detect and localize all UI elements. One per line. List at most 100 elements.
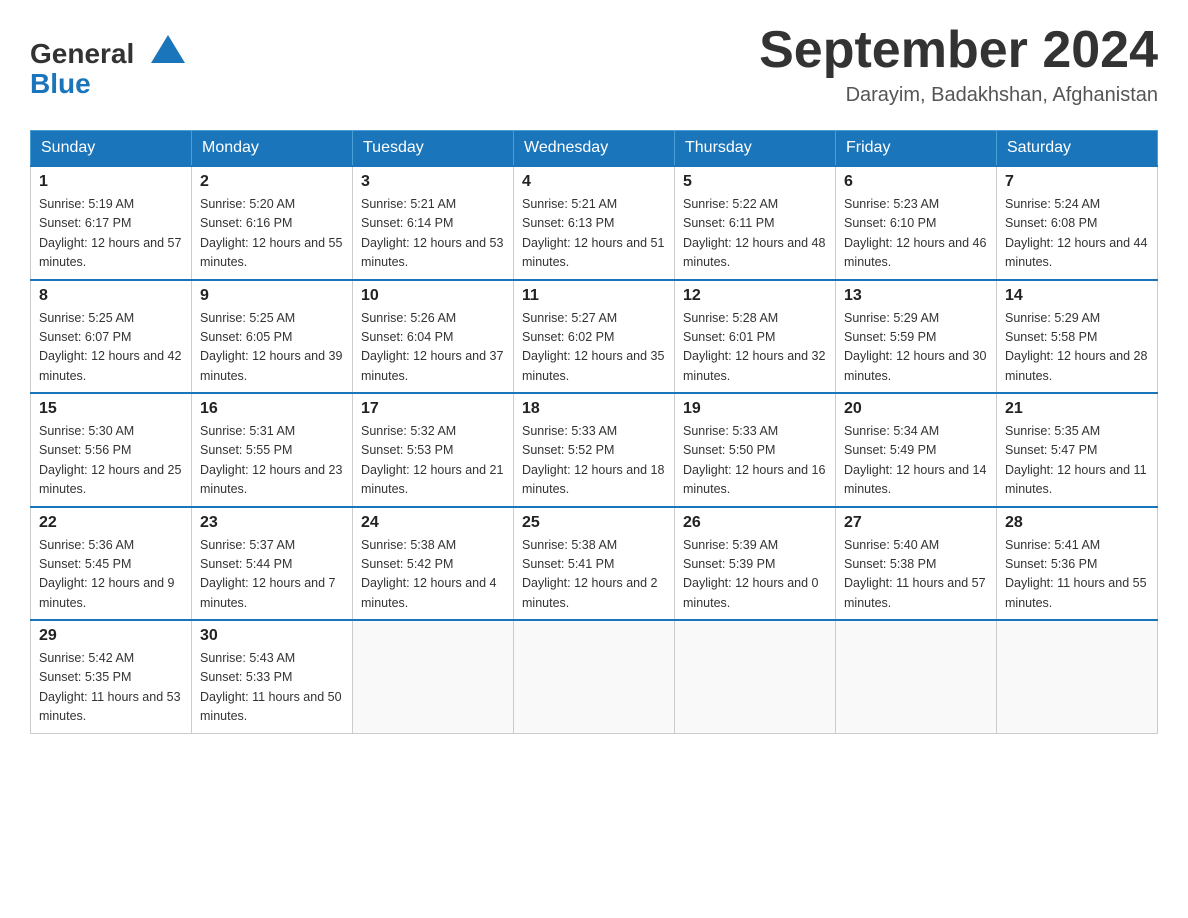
day-number: 22 <box>39 514 183 532</box>
day-info: Sunrise: 5:19 AM Sunset: 6:17 PM Dayligh… <box>39 195 183 273</box>
day-info: Sunrise: 5:43 AM Sunset: 5:33 PM Dayligh… <box>200 649 344 727</box>
day-number: 13 <box>844 287 988 305</box>
day-info: Sunrise: 5:38 AM Sunset: 5:41 PM Dayligh… <box>522 536 666 614</box>
day-info: Sunrise: 5:29 AM Sunset: 5:58 PM Dayligh… <box>1005 309 1149 387</box>
day-number: 17 <box>361 400 505 418</box>
day-number: 25 <box>522 514 666 532</box>
day-info: Sunrise: 5:30 AM Sunset: 5:56 PM Dayligh… <box>39 422 183 500</box>
day-number: 23 <box>200 514 344 532</box>
day-info: Sunrise: 5:32 AM Sunset: 5:53 PM Dayligh… <box>361 422 505 500</box>
day-number: 9 <box>200 287 344 305</box>
calendar-cell: 19 Sunrise: 5:33 AM Sunset: 5:50 PM Dayl… <box>675 393 836 507</box>
logo: General Blue <box>30 25 190 110</box>
subtitle: Darayim, Badakhshan, Afghanistan <box>759 84 1158 107</box>
day-info: Sunrise: 5:26 AM Sunset: 6:04 PM Dayligh… <box>361 309 505 387</box>
calendar-cell: 13 Sunrise: 5:29 AM Sunset: 5:59 PM Dayl… <box>836 280 997 394</box>
calendar-cell: 15 Sunrise: 5:30 AM Sunset: 5:56 PM Dayl… <box>31 393 192 507</box>
calendar-cell: 4 Sunrise: 5:21 AM Sunset: 6:13 PM Dayli… <box>514 166 675 280</box>
day-number: 28 <box>1005 514 1149 532</box>
calendar-cell: 12 Sunrise: 5:28 AM Sunset: 6:01 PM Dayl… <box>675 280 836 394</box>
day-info: Sunrise: 5:28 AM Sunset: 6:01 PM Dayligh… <box>683 309 827 387</box>
day-info: Sunrise: 5:41 AM Sunset: 5:36 PM Dayligh… <box>1005 536 1149 614</box>
calendar-cell: 27 Sunrise: 5:40 AM Sunset: 5:38 PM Dayl… <box>836 507 997 621</box>
day-info: Sunrise: 5:21 AM Sunset: 6:13 PM Dayligh… <box>522 195 666 273</box>
calendar-cell: 8 Sunrise: 5:25 AM Sunset: 6:07 PM Dayli… <box>31 280 192 394</box>
calendar-cell: 24 Sunrise: 5:38 AM Sunset: 5:42 PM Dayl… <box>353 507 514 621</box>
day-info: Sunrise: 5:36 AM Sunset: 5:45 PM Dayligh… <box>39 536 183 614</box>
day-info: Sunrise: 5:37 AM Sunset: 5:44 PM Dayligh… <box>200 536 344 614</box>
calendar-cell: 3 Sunrise: 5:21 AM Sunset: 6:14 PM Dayli… <box>353 166 514 280</box>
day-info: Sunrise: 5:33 AM Sunset: 5:52 PM Dayligh… <box>522 422 666 500</box>
title-section: September 2024 Darayim, Badakhshan, Afgh… <box>759 20 1158 107</box>
day-number: 4 <box>522 173 666 191</box>
calendar-cell: 10 Sunrise: 5:26 AM Sunset: 6:04 PM Dayl… <box>353 280 514 394</box>
col-saturday: Saturday <box>997 131 1158 167</box>
calendar-week-4: 22 Sunrise: 5:36 AM Sunset: 5:45 PM Dayl… <box>31 507 1158 621</box>
svg-text:Blue: Blue <box>30 68 91 99</box>
calendar-cell: 14 Sunrise: 5:29 AM Sunset: 5:58 PM Dayl… <box>997 280 1158 394</box>
calendar-cell: 9 Sunrise: 5:25 AM Sunset: 6:05 PM Dayli… <box>192 280 353 394</box>
day-info: Sunrise: 5:29 AM Sunset: 5:59 PM Dayligh… <box>844 309 988 387</box>
day-number: 27 <box>844 514 988 532</box>
day-number: 20 <box>844 400 988 418</box>
svg-text:General: General <box>30 38 134 69</box>
calendar-cell: 2 Sunrise: 5:20 AM Sunset: 6:16 PM Dayli… <box>192 166 353 280</box>
day-number: 1 <box>39 173 183 191</box>
day-number: 26 <box>683 514 827 532</box>
day-info: Sunrise: 5:25 AM Sunset: 6:07 PM Dayligh… <box>39 309 183 387</box>
calendar-cell: 6 Sunrise: 5:23 AM Sunset: 6:10 PM Dayli… <box>836 166 997 280</box>
calendar-cell: 23 Sunrise: 5:37 AM Sunset: 5:44 PM Dayl… <box>192 507 353 621</box>
day-number: 8 <box>39 287 183 305</box>
calendar-cell: 16 Sunrise: 5:31 AM Sunset: 5:55 PM Dayl… <box>192 393 353 507</box>
day-info: Sunrise: 5:34 AM Sunset: 5:49 PM Dayligh… <box>844 422 988 500</box>
day-number: 12 <box>683 287 827 305</box>
day-info: Sunrise: 5:24 AM Sunset: 6:08 PM Dayligh… <box>1005 195 1149 273</box>
day-number: 6 <box>844 173 988 191</box>
day-info: Sunrise: 5:33 AM Sunset: 5:50 PM Dayligh… <box>683 422 827 500</box>
day-number: 19 <box>683 400 827 418</box>
day-info: Sunrise: 5:39 AM Sunset: 5:39 PM Dayligh… <box>683 536 827 614</box>
calendar-cell <box>514 620 675 733</box>
calendar-cell: 18 Sunrise: 5:33 AM Sunset: 5:52 PM Dayl… <box>514 393 675 507</box>
calendar-week-3: 15 Sunrise: 5:30 AM Sunset: 5:56 PM Dayl… <box>31 393 1158 507</box>
day-number: 3 <box>361 173 505 191</box>
day-info: Sunrise: 5:35 AM Sunset: 5:47 PM Dayligh… <box>1005 422 1149 500</box>
day-number: 29 <box>39 627 183 645</box>
calendar-cell <box>836 620 997 733</box>
calendar-cell: 21 Sunrise: 5:35 AM Sunset: 5:47 PM Dayl… <box>997 393 1158 507</box>
day-info: Sunrise: 5:25 AM Sunset: 6:05 PM Dayligh… <box>200 309 344 387</box>
page-header: General Blue September 2024 Darayim, Bad… <box>30 20 1158 110</box>
day-number: 16 <box>200 400 344 418</box>
calendar-cell: 7 Sunrise: 5:24 AM Sunset: 6:08 PM Dayli… <box>997 166 1158 280</box>
calendar-cell <box>353 620 514 733</box>
day-number: 10 <box>361 287 505 305</box>
calendar-cell: 30 Sunrise: 5:43 AM Sunset: 5:33 PM Dayl… <box>192 620 353 733</box>
day-number: 14 <box>1005 287 1149 305</box>
day-number: 2 <box>200 173 344 191</box>
col-wednesday: Wednesday <box>514 131 675 167</box>
col-friday: Friday <box>836 131 997 167</box>
day-info: Sunrise: 5:42 AM Sunset: 5:35 PM Dayligh… <box>39 649 183 727</box>
day-number: 15 <box>39 400 183 418</box>
calendar-week-5: 29 Sunrise: 5:42 AM Sunset: 5:35 PM Dayl… <box>31 620 1158 733</box>
day-number: 18 <box>522 400 666 418</box>
day-number: 5 <box>683 173 827 191</box>
col-sunday: Sunday <box>31 131 192 167</box>
day-number: 24 <box>361 514 505 532</box>
calendar-header-row: Sunday Monday Tuesday Wednesday Thursday… <box>31 131 1158 167</box>
day-number: 21 <box>1005 400 1149 418</box>
calendar-cell: 17 Sunrise: 5:32 AM Sunset: 5:53 PM Dayl… <box>353 393 514 507</box>
col-thursday: Thursday <box>675 131 836 167</box>
day-info: Sunrise: 5:22 AM Sunset: 6:11 PM Dayligh… <box>683 195 827 273</box>
calendar-cell: 29 Sunrise: 5:42 AM Sunset: 5:35 PM Dayl… <box>31 620 192 733</box>
day-info: Sunrise: 5:40 AM Sunset: 5:38 PM Dayligh… <box>844 536 988 614</box>
calendar-cell: 20 Sunrise: 5:34 AM Sunset: 5:49 PM Dayl… <box>836 393 997 507</box>
calendar-cell: 26 Sunrise: 5:39 AM Sunset: 5:39 PM Dayl… <box>675 507 836 621</box>
day-info: Sunrise: 5:23 AM Sunset: 6:10 PM Dayligh… <box>844 195 988 273</box>
day-info: Sunrise: 5:20 AM Sunset: 6:16 PM Dayligh… <box>200 195 344 273</box>
day-number: 11 <box>522 287 666 305</box>
calendar-cell: 1 Sunrise: 5:19 AM Sunset: 6:17 PM Dayli… <box>31 166 192 280</box>
day-info: Sunrise: 5:27 AM Sunset: 6:02 PM Dayligh… <box>522 309 666 387</box>
day-info: Sunrise: 5:38 AM Sunset: 5:42 PM Dayligh… <box>361 536 505 614</box>
calendar-cell <box>675 620 836 733</box>
